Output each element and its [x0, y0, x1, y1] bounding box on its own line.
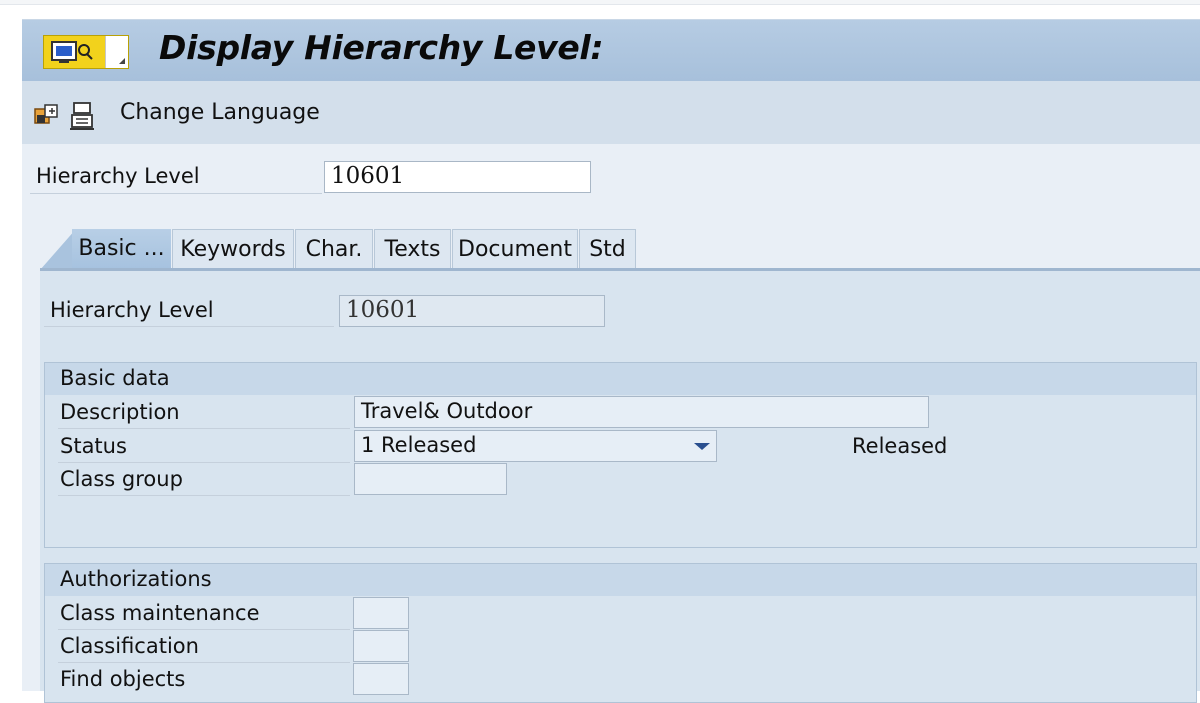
label-underline: [58, 629, 350, 630]
find-objects-label: Find objects: [60, 667, 186, 691]
class-maintenance-field[interactable]: [353, 597, 409, 629]
class-group-field[interactable]: [354, 463, 507, 495]
window-top-border: [0, 0, 1200, 5]
change-language-button[interactable]: Change Language: [120, 100, 320, 125]
description-label: Description: [60, 400, 180, 424]
class-maintenance-label: Class maintenance: [60, 601, 260, 625]
authorizations-group: [44, 563, 1197, 703]
description-field[interactable]: Travel& Outdoor: [354, 396, 929, 428]
panel-hierarchy-level-field: 10601: [339, 295, 605, 327]
switch-display-icon[interactable]: [33, 101, 63, 131]
page-title: Display Hierarchy Level:: [159, 28, 604, 67]
tab-basic[interactable]: Basic ...: [72, 229, 171, 269]
title-bar: Display Hierarchy Level:: [22, 19, 1200, 81]
tab-texts[interactable]: Texts: [374, 229, 451, 269]
tab-std[interactable]: Std: [579, 229, 636, 269]
status-label: Status: [60, 434, 127, 458]
application-toolbar: Change Language: [22, 81, 1200, 145]
label-underline: [58, 495, 350, 496]
authorizations-title: Authorizations: [60, 567, 212, 591]
label-underline: [58, 428, 350, 429]
tab-char[interactable]: Char.: [295, 229, 373, 269]
basic-data-title: Basic data: [60, 366, 170, 390]
label-underline: [58, 662, 350, 663]
status-text: Released: [852, 434, 948, 458]
hierarchy-level-label: Hierarchy Level: [36, 164, 200, 188]
hierarchy-level-input[interactable]: 10601: [324, 161, 591, 193]
group-header: [45, 564, 1196, 596]
group-header: [45, 363, 1196, 395]
chevron-corner-icon[interactable]: [105, 36, 128, 68]
status-dropdown-value: 1 Released: [361, 433, 477, 457]
status-dropdown[interactable]: 1 Released: [354, 430, 717, 462]
label-underline: [58, 462, 350, 463]
system-menu-button[interactable]: [43, 35, 129, 69]
tab-strip-start: [40, 229, 76, 270]
chevron-down-icon[interactable]: [694, 443, 710, 450]
class-group-label: Class group: [60, 467, 183, 491]
label-underline: [30, 193, 322, 194]
classification-label: Classification: [60, 634, 199, 658]
classification-field[interactable]: [353, 630, 409, 662]
find-objects-field[interactable]: [353, 663, 409, 695]
monitor-icon: [51, 41, 93, 63]
language-list-icon[interactable]: [69, 101, 95, 131]
label-underline: [44, 326, 334, 327]
panel-hierarchy-level-label: Hierarchy Level: [50, 298, 214, 322]
tab-keywords[interactable]: Keywords: [172, 229, 294, 269]
tab-document[interactable]: Document: [452, 229, 578, 269]
